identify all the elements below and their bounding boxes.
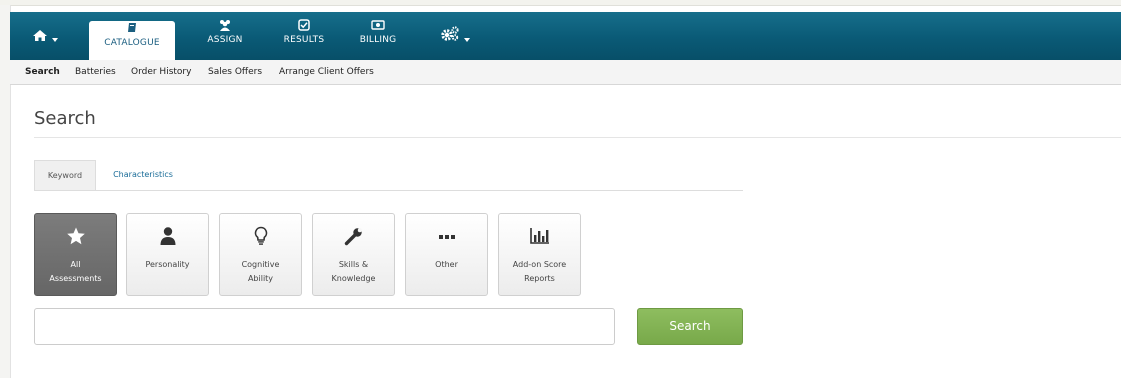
tile-label: Skills & Knowledge xyxy=(331,260,376,283)
nav-catalogue[interactable]: CATALOGUE xyxy=(89,21,175,60)
home-menu[interactable] xyxy=(24,12,66,60)
subnav-sales-offers[interactable]: Sales Offers xyxy=(208,67,262,77)
tile-cognitive-ability[interactable]: Cognitive Ability xyxy=(219,213,302,296)
tile-all-assessments[interactable]: All Assessments xyxy=(34,213,117,296)
tile-label: Add-on Score Reports xyxy=(512,260,567,283)
nav-label: RESULTS xyxy=(283,35,325,45)
nav-label: BILLING xyxy=(359,35,397,45)
tile-label: Personality xyxy=(145,260,190,269)
gears-icon xyxy=(441,26,459,41)
main-navbar: CATALOGUE ASSIGN RESULTS BILLING xyxy=(10,12,1121,60)
person-icon xyxy=(160,227,175,245)
tab-keyword[interactable]: Keyword xyxy=(34,160,96,190)
subnav-arrange-client-offers[interactable]: Arrange Client Offers xyxy=(279,67,374,77)
nav-label: CATALOGUE xyxy=(104,38,160,48)
book-icon xyxy=(128,23,136,32)
wrench-icon xyxy=(344,228,362,246)
title-divider xyxy=(34,137,1121,138)
tile-addon-score-reports[interactable]: Add-on Score Reports xyxy=(498,213,581,296)
chevron-down-icon xyxy=(464,37,470,42)
nav-assign[interactable]: ASSIGN xyxy=(188,12,262,60)
nav-label: ASSIGN xyxy=(207,35,243,45)
window-top-edge xyxy=(0,0,1121,6)
tab-characteristics[interactable]: Characteristics xyxy=(104,160,182,190)
bar-chart-icon xyxy=(529,228,549,244)
tile-skills-knowledge[interactable]: Skills & Knowledge xyxy=(312,213,395,296)
search-button[interactable]: Search xyxy=(637,308,743,345)
subnav-batteries[interactable]: Batteries xyxy=(75,67,116,77)
home-icon xyxy=(33,30,47,41)
page-title: Search xyxy=(34,108,96,129)
nav-results[interactable]: RESULTS xyxy=(272,12,336,60)
tile-other[interactable]: Other xyxy=(405,213,488,296)
tabs-divider xyxy=(34,190,743,191)
tile-label: All Assessments xyxy=(49,260,102,283)
users-icon xyxy=(220,20,230,31)
subnav-order-history[interactable]: Order History xyxy=(131,67,191,77)
tile-label: Other xyxy=(435,260,458,269)
nav-billing[interactable]: BILLING xyxy=(346,12,410,60)
lightbulb-icon xyxy=(254,226,267,245)
money-icon xyxy=(371,20,385,30)
checkbox-icon xyxy=(298,19,310,31)
sub-navigation: Search Batteries Order History Sales Off… xyxy=(10,60,1121,85)
star-icon xyxy=(66,227,85,245)
settings-menu[interactable] xyxy=(435,12,475,60)
ellipsis-icon xyxy=(438,235,455,239)
chevron-down-icon xyxy=(52,37,58,42)
subnav-search[interactable]: Search xyxy=(25,67,60,77)
search-input[interactable] xyxy=(34,308,615,345)
tile-personality[interactable]: Personality xyxy=(126,213,209,296)
tile-label: Cognitive Ability xyxy=(241,260,280,283)
